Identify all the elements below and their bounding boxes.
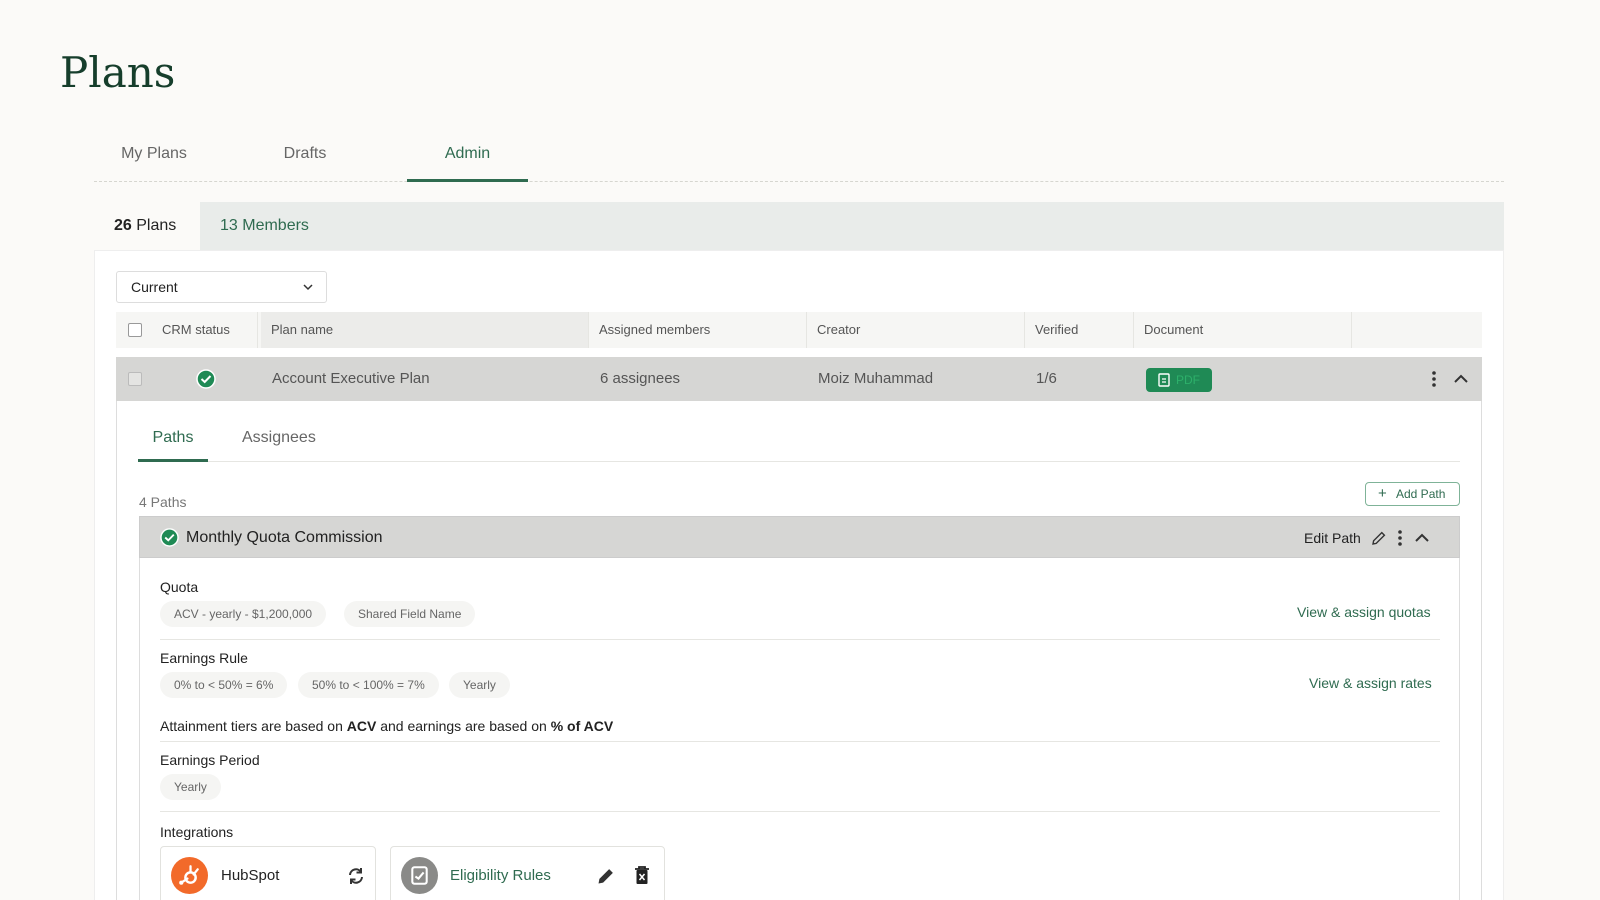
shared-field-chip: Shared Field Name [344,601,476,627]
view-assign-rates-link[interactable]: View & assign rates [1309,675,1432,691]
quota-label: Quota [160,579,199,595]
more-vertical-icon[interactable] [1431,370,1437,388]
divider [160,639,1440,640]
path-header[interactable]: Monthly Quota Commission Edit Path [139,516,1460,558]
header-document: Document [1134,312,1352,348]
plans-label: Plans [131,217,177,234]
pencil-icon[interactable] [1371,530,1387,546]
pdf-label: PDF [1176,373,1200,387]
creator: Moiz Muhammad [818,370,934,387]
divider [160,811,1440,812]
header-crm-status: CRM status [152,312,258,348]
document-icon [1158,373,1170,387]
add-path-label: Add Path [1396,487,1446,501]
plan-status-select[interactable]: Current [116,271,327,303]
hubspot-integration-card: HubSpot [160,846,376,900]
tier-chip: 50% to < 100% = 7% [298,672,439,698]
edit-path-button[interactable]: Edit Path [1304,517,1361,559]
eligibility-rules-card: Eligibility Rules [390,846,665,900]
sync-icon[interactable] [347,867,365,885]
select-value: Current [131,279,178,295]
top-tabs: My Plans Drafts Admin [94,136,1504,182]
path-title: Monthly Quota Commission [186,529,383,546]
check-circle-icon [160,528,179,547]
assigned-members: 6 assignees [600,370,681,387]
note-bold-acv: ACV [346,718,377,734]
earnings-period-label: Earnings Period [160,752,260,768]
quota-chip: ACV - yearly - $1,200,000 [160,601,327,627]
select-all-checkbox[interactable] [128,323,142,337]
eligibility-rules-link[interactable]: Eligibility Rules [450,847,551,900]
pencil-icon[interactable] [597,867,615,885]
paths-count: 4 Paths [139,494,187,510]
members-count: 13 [220,217,238,234]
tab-my-plans[interactable]: My Plans [94,136,214,182]
earnings-period-chip: Yearly [160,774,221,800]
tab-plans-count[interactable]: 26 Plans [94,202,200,250]
tab-members-count[interactable]: 13 Members [200,202,330,250]
chevron-up-icon[interactable] [1453,372,1469,386]
header-verified: Verified [1025,312,1134,348]
check-circle-icon [196,369,216,389]
table-row[interactable]: Account Executive Plan 6 assignees Moiz … [116,357,1482,401]
row-checkbox[interactable] [128,372,142,386]
hubspot-label: HubSpot [221,867,280,884]
sub-tabs-bar: 26 Plans 13 Members [94,202,1504,250]
hubspot-icon [171,857,208,894]
rules-icon [401,857,438,894]
note-prefix: Attainment tiers are based on [160,718,347,734]
note-bold-percent: % of ACV [550,718,614,734]
period-chip: Yearly [449,672,510,698]
view-assign-quotas-link[interactable]: View & assign quotas [1297,604,1431,620]
verified: 1/6 [1036,370,1057,387]
members-label: Members [237,217,309,234]
header-assigned-members: Assigned members [589,312,807,348]
plus-icon: + [1378,485,1387,502]
integrations-label: Integrations [160,824,234,840]
tier-chip: 0% to < 50% = 6% [160,672,288,698]
earnings-rule-label: Earnings Rule [160,650,248,666]
note-middle: and earnings are based on [376,718,551,734]
pdf-document-button[interactable]: PDF [1146,368,1212,392]
page-title: Plans [60,48,176,97]
attainment-note: Attainment tiers are based on ACV and ea… [160,718,613,734]
tab-paths[interactable]: Paths [138,420,208,462]
chevron-up-icon[interactable] [1414,531,1430,545]
add-path-button[interactable]: + Add Path [1365,482,1460,506]
plans-count: 26 [114,217,132,234]
header-creator: Creator [807,312,1025,348]
header-plan-name[interactable]: Plan name [261,312,589,348]
chevron-down-icon [303,284,313,291]
detail-tabs: Paths Assignees [138,420,1460,462]
divider [160,741,1440,742]
delete-icon[interactable] [634,866,650,885]
tab-assignees[interactable]: Assignees [242,420,322,462]
tab-drafts[interactable]: Drafts [254,136,356,182]
tab-admin[interactable]: Admin [407,136,528,182]
more-vertical-icon[interactable] [1397,529,1403,547]
plan-name[interactable]: Account Executive Plan [272,357,430,401]
table-header: CRM status Plan name Assigned members Cr… [116,312,1482,348]
